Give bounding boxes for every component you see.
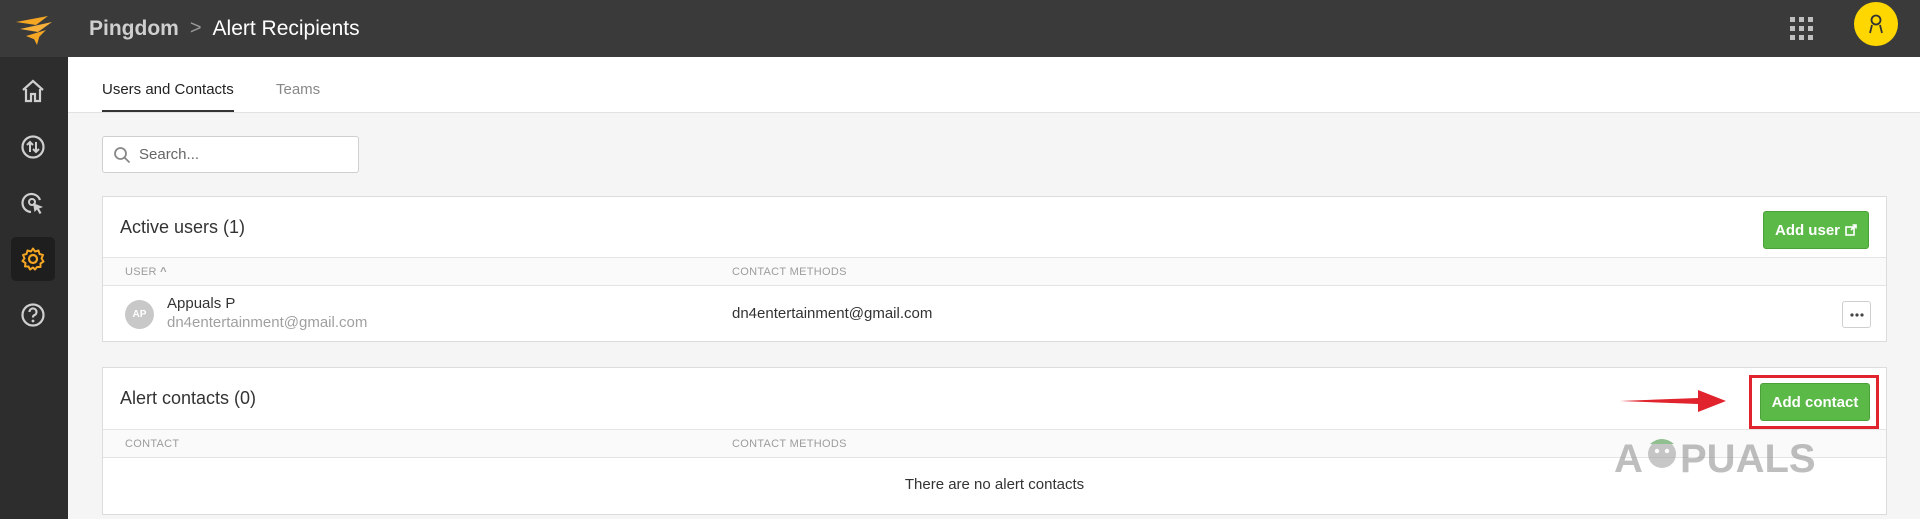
- breadcrumb-app[interactable]: Pingdom: [89, 17, 179, 41]
- add-user-button[interactable]: Add user: [1763, 211, 1869, 249]
- search-icon: [114, 146, 131, 163]
- tab-users-and-contacts[interactable]: Users and Contacts: [102, 81, 234, 112]
- sidebar: [0, 57, 68, 519]
- breadcrumb: Pingdom > Alert Recipients: [89, 17, 360, 41]
- user-avatar[interactable]: [1854, 2, 1898, 46]
- svg-text:A: A: [1614, 437, 1643, 480]
- appuals-watermark-icon: A PUALS: [1614, 437, 1816, 481]
- user-icon: [1869, 14, 1883, 34]
- add-user-label: Add user: [1774, 221, 1840, 239]
- search-input[interactable]: [139, 146, 349, 163]
- add-contact-button[interactable]: Add contact: [1760, 383, 1870, 421]
- user-email: dn4entertainment@gmail.com: [167, 314, 368, 331]
- chevron-right-icon: >: [189, 17, 202, 39]
- contact-method: dn4entertainment@gmail.com: [732, 305, 933, 322]
- help-icon: [21, 303, 45, 327]
- solarwinds-logo[interactable]: [0, 0, 68, 57]
- sidebar-item-home[interactable]: [11, 69, 55, 113]
- sidebar-item-transfer[interactable]: [11, 125, 55, 169]
- tab-bar: Users and Contacts Teams: [68, 57, 1920, 113]
- column-user[interactable]: USER ^: [125, 266, 167, 278]
- watermark-logo: A PUALS: [1614, 432, 1884, 481]
- transfer-icon: [21, 135, 45, 159]
- column-contact-methods: CONTACT METHODS: [732, 266, 847, 278]
- apps-grid-icon[interactable]: [1782, 9, 1822, 49]
- page-title: Alert Recipients: [212, 16, 360, 40]
- active-users-title: Active users (1): [120, 217, 246, 237]
- alert-contacts-title: Alert contacts (0): [120, 388, 257, 408]
- sort-asc-icon: ^: [160, 266, 167, 278]
- svg-text:PUALS: PUALS: [1680, 437, 1816, 480]
- more-options-button[interactable]: [1842, 301, 1871, 328]
- external-link-icon: [1845, 224, 1857, 236]
- sidebar-item-monitoring[interactable]: [11, 181, 55, 225]
- tab-teams[interactable]: Teams: [276, 81, 320, 110]
- top-bar: Pingdom > Alert Recipients: [0, 0, 1920, 57]
- avatar: AP: [125, 300, 154, 329]
- user-name: Appuals P: [167, 295, 236, 312]
- search-box[interactable]: [102, 136, 359, 173]
- column-contact-methods: CONTACT METHODS: [732, 438, 847, 450]
- table-row[interactable]: AP Appuals P dn4entertainment@gmail.com …: [103, 286, 1886, 341]
- users-table-header: USER ^ CONTACT METHODS: [103, 257, 1886, 286]
- ellipsis-icon: [1849, 312, 1864, 317]
- column-contact: CONTACT: [125, 438, 180, 450]
- gear-icon: [21, 247, 45, 271]
- active-users-panel: Active users (1) Add user USER ^ CONTACT…: [102, 196, 1887, 342]
- sidebar-item-help[interactable]: [11, 293, 55, 337]
- sidebar-item-settings[interactable]: [11, 237, 55, 281]
- logo-icon: [16, 15, 52, 45]
- monitoring-icon: [21, 192, 43, 214]
- home-icon: [22, 79, 44, 103]
- red-arrow-annotation: [1620, 390, 1726, 412]
